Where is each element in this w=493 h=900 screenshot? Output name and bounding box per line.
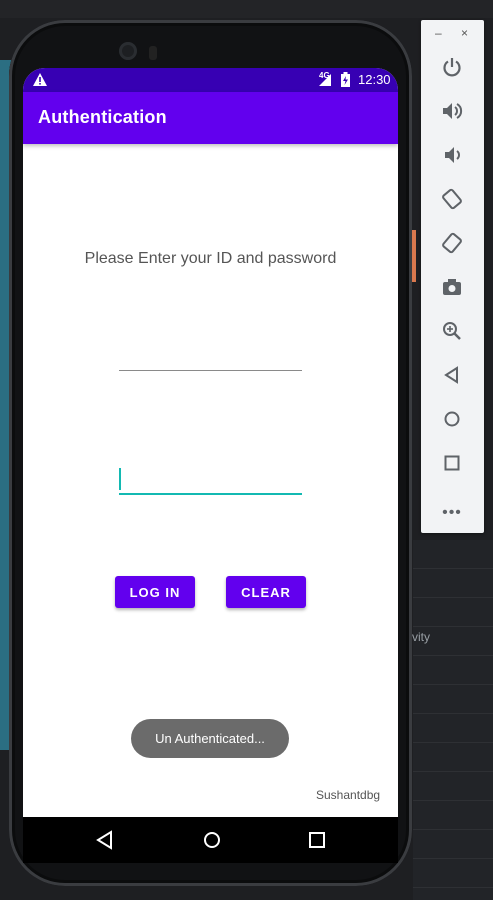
- nav-recents-icon[interactable]: [309, 832, 325, 848]
- app-screen: 4G 12:30 Authentication Please Enter you…: [23, 68, 398, 817]
- volume-up-icon[interactable]: [441, 100, 463, 122]
- warning-icon: [33, 73, 47, 86]
- login-prompt: Please Enter your ID and password: [84, 250, 337, 267]
- login-button[interactable]: LOG IN: [115, 576, 195, 608]
- app-title: Authentication: [38, 107, 167, 127]
- toast-message: Un Authenticated...: [131, 719, 289, 758]
- clear-button[interactable]: CLEAR: [226, 576, 306, 608]
- signal-icon: [319, 74, 331, 86]
- id-input[interactable]: [119, 340, 302, 371]
- app-bar: Authentication: [23, 92, 398, 144]
- ide-fragment-text: vity: [412, 630, 430, 644]
- camera-icon[interactable]: [441, 276, 463, 298]
- ide-top-strip: [0, 0, 493, 18]
- battery-icon: [341, 72, 350, 87]
- rotate-left-icon[interactable]: [441, 188, 463, 210]
- rotate-right-icon[interactable]: [441, 232, 463, 254]
- overview-icon[interactable]: [441, 452, 463, 474]
- footer-text: Sushantdbg: [316, 788, 381, 802]
- ide-lines-panel: [413, 540, 493, 900]
- home-icon[interactable]: [441, 408, 463, 430]
- volume-down-icon[interactable]: [441, 144, 463, 166]
- status-bar: 4G 12:30: [23, 68, 398, 92]
- minimize-button[interactable]: –: [435, 26, 442, 40]
- more-icon[interactable]: •••: [441, 504, 463, 522]
- power-icon[interactable]: [441, 56, 463, 78]
- back-icon[interactable]: [441, 364, 463, 386]
- text-cursor: [119, 468, 121, 490]
- speaker-slot: [149, 46, 157, 60]
- close-button[interactable]: ×: [461, 26, 468, 40]
- emulator-toolbar: – × •••: [421, 20, 484, 533]
- nav-back-icon[interactable]: [96, 830, 114, 850]
- navigation-bar: [23, 817, 398, 863]
- front-camera: [119, 42, 137, 60]
- password-input[interactable]: [119, 463, 302, 495]
- status-clock: 12:30: [358, 72, 391, 87]
- nav-home-icon[interactable]: [203, 831, 221, 849]
- zoom-icon[interactable]: [441, 320, 463, 342]
